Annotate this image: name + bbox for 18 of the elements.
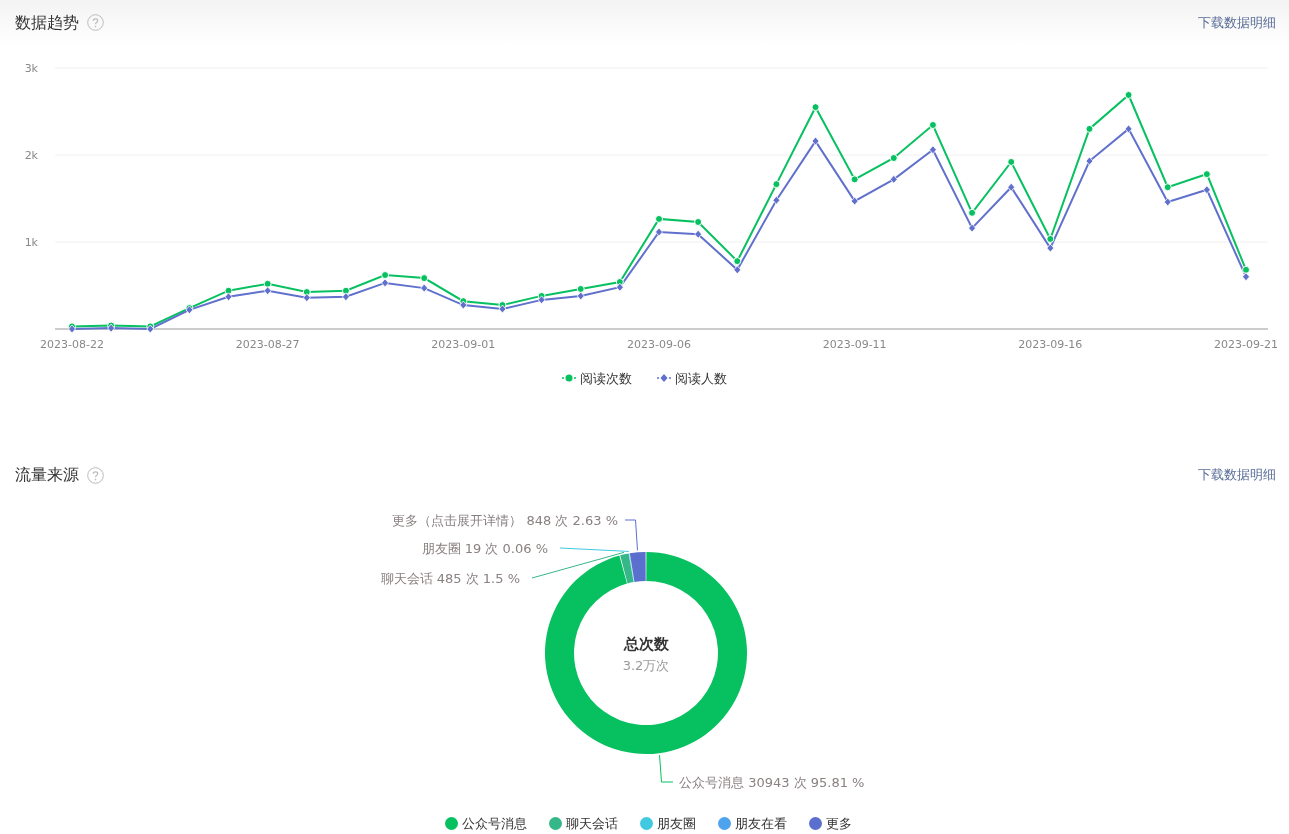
y-axis-label: 3k (24, 62, 38, 75)
slice-label: 聊天会话 485 次 1.5 % (380, 571, 520, 586)
x-axis-label: 2023-09-11 (822, 338, 887, 351)
x-axis-label: 2023-09-06 (627, 338, 691, 351)
slice-label: 更多（点击展开详情） 848 次 2.63 % (392, 513, 618, 528)
section-title: 流量来源 (15, 464, 79, 486)
slice-label: 朋友圈 19 次 0.06 % (421, 541, 548, 556)
x-axis-label: 2023-08-22 (40, 338, 104, 351)
x-axis-label: 2023-08-27 (235, 338, 300, 351)
y-axis-label: 2k (24, 149, 38, 162)
y-axis-label: 1k (24, 236, 38, 249)
x-axis-label: 2023-09-21 (1214, 338, 1278, 351)
x-axis-label: 2023-09-01 (431, 338, 496, 351)
center-title: 总次数 (623, 635, 669, 653)
section-title: 数据趋势 (15, 11, 79, 34)
center-value: 3.2万次 (622, 658, 670, 673)
x-axis-label: 2023-09-16 (1018, 338, 1083, 351)
slice-label: 公众号消息 30943 次 95.81 % (679, 775, 865, 790)
